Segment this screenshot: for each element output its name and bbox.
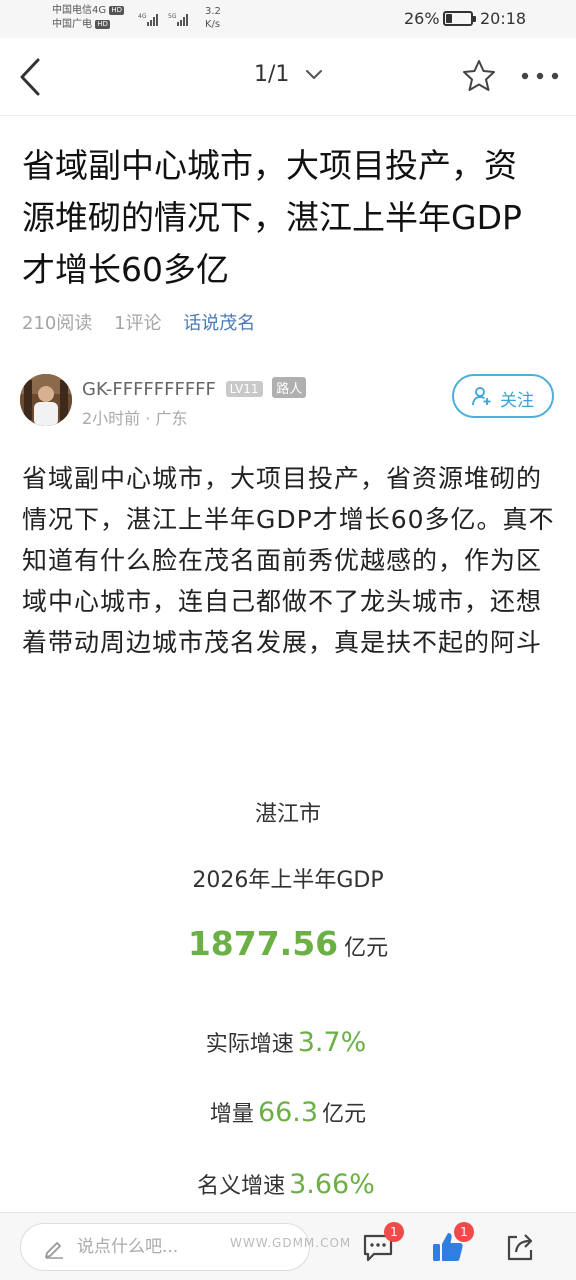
increment-unit: 亿元 [322,1102,367,1127]
read-count: 210阅读 [22,313,93,334]
battery-percent: 26% [404,9,440,28]
real-growth-row: 实际增速 3.7% [0,1026,576,1058]
avatar[interactable] [20,374,72,426]
gdp-unit: 亿元 [344,936,389,961]
nominal-growth-value: 3.66% [289,1169,375,1200]
topic-link[interactable]: 话说茂名 [183,313,255,334]
like-badge: 1 [454,1222,474,1242]
post-body: 省域副中心城市，大项目投产，省资源堆砌的情况下，湛江上半年GDP才增长60多亿。… [22,464,555,657]
gdp-value: 1877.56 [187,924,339,963]
svg-text:5G: 5G [168,13,177,20]
battery-fill [446,14,452,23]
card-city: 湛江市 [254,802,321,827]
star-icon[interactable] [461,58,497,94]
status-bar: 中国电信4G HD 中国广电 HD 4G 5G 3.2 K/s 26% 20:1… [0,0,576,38]
page-indicator[interactable]: 1/1 [254,62,289,87]
increment-row: 增量 66.3 亿元 [0,1096,576,1128]
author-name[interactable]: GK-FFFFFFFFFF [82,379,216,400]
comment-badge: 1 [384,1222,404,1242]
post-title: 省域副中心城市，大项目投产，资源堆砌的情况下，湛江上半年GDP才增长60多亿 [22,146,522,289]
hd-badge: HD [109,5,124,15]
battery-tip [473,16,476,22]
nominal-growth-row: 名义增速 3.66% [0,1168,576,1200]
svg-text:4G: 4G [138,13,147,20]
carrier-info: 中国电信4G HD 中国广电 HD [52,4,124,32]
rank-badge: 路人 [272,377,307,398]
level-badge: LV11 [225,381,263,397]
signal-icon: 4G 5G [138,13,188,26]
author-line: GK-FFFFFFFFFF LV11 路人 [82,377,307,400]
pencil-icon [45,1242,63,1259]
top-nav-bar: 1/1 [0,38,576,116]
chevron-down-icon[interactable] [305,68,323,82]
comment-count[interactable]: 1评论 [114,313,161,334]
site-watermark: WWW.GDMM.COM [230,1236,352,1250]
share-icon[interactable] [502,1229,538,1265]
post-location: 广东 [155,409,188,428]
battery-icon [443,11,476,26]
avatar-image [20,374,72,426]
post-time: 2小时前 [82,409,141,428]
net-speed-value: 3.2 [205,6,221,17]
real-growth-label: 实际增速 [205,1032,294,1057]
follow-label: 关注 [500,391,534,411]
carrier-primary: 中国电信4G [52,5,107,16]
author-sub: 2小时前 · 广东 [82,405,187,429]
more-dots-icon[interactable] [520,71,560,81]
net-speed: 3.2 K/s [205,5,221,31]
nominal-growth-label: 名义增速 [197,1174,286,1199]
hd-badge-2: HD [95,19,110,29]
add-user-icon [472,387,491,406]
real-growth-value: 3.7% [297,1027,367,1058]
follow-button[interactable]: 关注 [452,374,554,418]
post-meta: 210阅读 1评论 话说茂名 [22,309,271,335]
net-speed-unit: K/s [205,19,221,30]
increment-value: 66.3 [257,1097,319,1128]
carrier-secondary: 中国广电 [52,19,92,30]
increment-label: 增量 [209,1102,254,1127]
back-arrow-icon[interactable] [14,56,48,98]
card-period: 2026年上半年GDP [192,868,384,893]
dot-separator: · [145,409,156,428]
clock: 20:18 [480,9,527,28]
card-gdp: 1877.56 亿元 [0,924,576,963]
